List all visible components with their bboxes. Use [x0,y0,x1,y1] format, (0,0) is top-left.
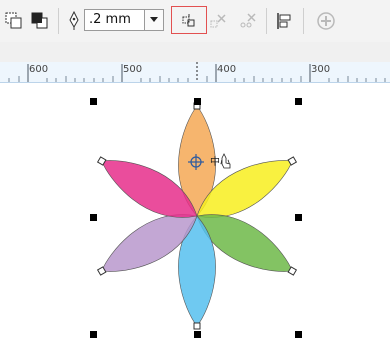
outline-width-value: .2 mm [89,12,131,27]
tab-strip [0,42,390,62]
selection-handle[interactable] [295,98,302,105]
selection-handle[interactable] [90,331,97,338]
outline-width-select[interactable]: .2 mm [84,9,164,31]
selection-handle[interactable] [295,331,302,338]
property-bar: .2 mm [0,0,390,43]
ruler-label: 300 [311,64,331,75]
ruler-label: 400 [217,64,237,75]
simplify-icon[interactable] [2,9,26,33]
flower-shape[interactable] [92,102,301,330]
horizontal-ruler[interactable]: 600 500 400 300 [0,62,390,83]
selection-handle[interactable] [194,331,201,338]
selection-handle[interactable] [295,214,302,221]
break-apart-icon [207,9,231,33]
toolbar-separator [303,8,304,34]
align-icon[interactable] [273,9,297,33]
ruler-ticks [8,62,386,82]
canvas-drawing[interactable]: 中心 [0,83,390,347]
ruler-label: 600 [29,64,49,75]
chevron-down-icon[interactable] [144,10,163,30]
selection-handle[interactable] [194,98,201,105]
selection-handle[interactable] [90,98,97,105]
ruler-label: 500 [123,64,143,75]
drawing-canvas[interactable]: 中心 [0,83,390,347]
combine-icon[interactable] [28,9,52,33]
extract-subpath-icon [236,9,260,33]
petal-tip-node[interactable] [193,322,201,330]
toolbar-separator [58,8,59,34]
add-node-icon [314,9,338,33]
toolbar-separator [266,8,267,34]
selection-handle[interactable] [90,214,97,221]
connect-node-icon[interactable] [177,9,201,33]
pen-nib-icon [62,9,86,33]
